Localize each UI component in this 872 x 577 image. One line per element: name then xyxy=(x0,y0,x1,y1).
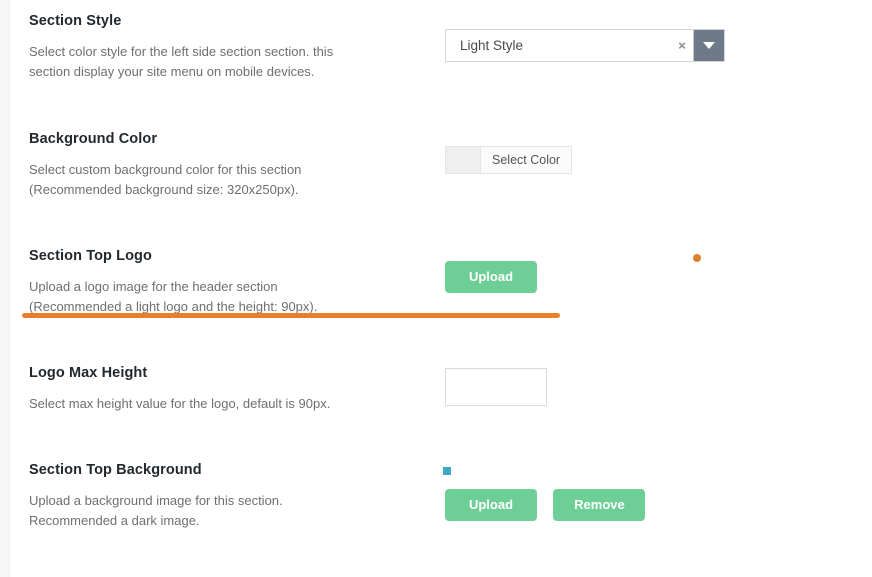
option-description-section-style: Select color style for the left side sec… xyxy=(29,44,334,79)
select-color-button[interactable]: Select Color xyxy=(481,147,572,173)
option-control-section-style: Light Style × xyxy=(445,29,725,62)
section-style-select[interactable]: Light Style × xyxy=(445,29,725,62)
page-title-logo-max-height: Logo Max Height xyxy=(29,365,148,381)
remove-button[interactable]: Remove xyxy=(553,489,646,521)
option-description-section-top-background: Upload a background image for this secti… xyxy=(29,493,283,528)
logo-max-height-input[interactable] xyxy=(445,368,547,406)
option-control-logo-max-height xyxy=(445,368,547,406)
option-label-group: Background Color Select custom backgroun… xyxy=(29,130,429,199)
orange-highlight-line-annotation xyxy=(22,313,560,318)
upload-button[interactable]: Upload xyxy=(445,489,537,521)
section-options-panel: Section Style Select color style for the… xyxy=(0,0,872,577)
page-title-background-color: Background Color xyxy=(29,131,158,147)
color-picker-control[interactable]: Select Color xyxy=(445,146,573,174)
chevron-down-icon[interactable] xyxy=(693,30,724,61)
page-title-section-top-logo: Section Top Logo xyxy=(29,248,152,264)
upload-button[interactable]: Upload xyxy=(445,261,537,293)
option-description-logo-max-height: Select max height value for the logo, de… xyxy=(29,396,331,411)
teal-square-marker-annotation xyxy=(443,467,451,475)
clear-selection-icon[interactable]: × xyxy=(671,30,693,61)
option-control-background-color: Select Color xyxy=(445,146,573,178)
option-description-section-top-logo: Upload a logo image for the header secti… xyxy=(29,279,318,314)
option-label-group: Section Top Background Upload a backgrou… xyxy=(29,461,429,530)
option-control-section-top-background: Upload Remove xyxy=(445,489,646,521)
option-label-group: Logo Max Height Select max height value … xyxy=(29,364,429,414)
page-title-section-top-background: Section Top Background xyxy=(29,462,202,478)
option-description-background-color: Select custom background color for this … xyxy=(29,162,302,197)
color-swatch xyxy=(446,147,481,173)
section-style-selected-value: Light Style xyxy=(460,38,524,53)
page-title-section-style: Section Style xyxy=(29,13,122,29)
option-control-section-top-logo: Upload xyxy=(445,261,537,293)
chevron-down-glyph xyxy=(703,42,715,49)
option-label-group: Section Style Select color style for the… xyxy=(29,12,429,81)
orange-dot-marker-annotation xyxy=(693,254,701,262)
option-label-group: Section Top Logo Upload a logo image for… xyxy=(29,247,429,316)
